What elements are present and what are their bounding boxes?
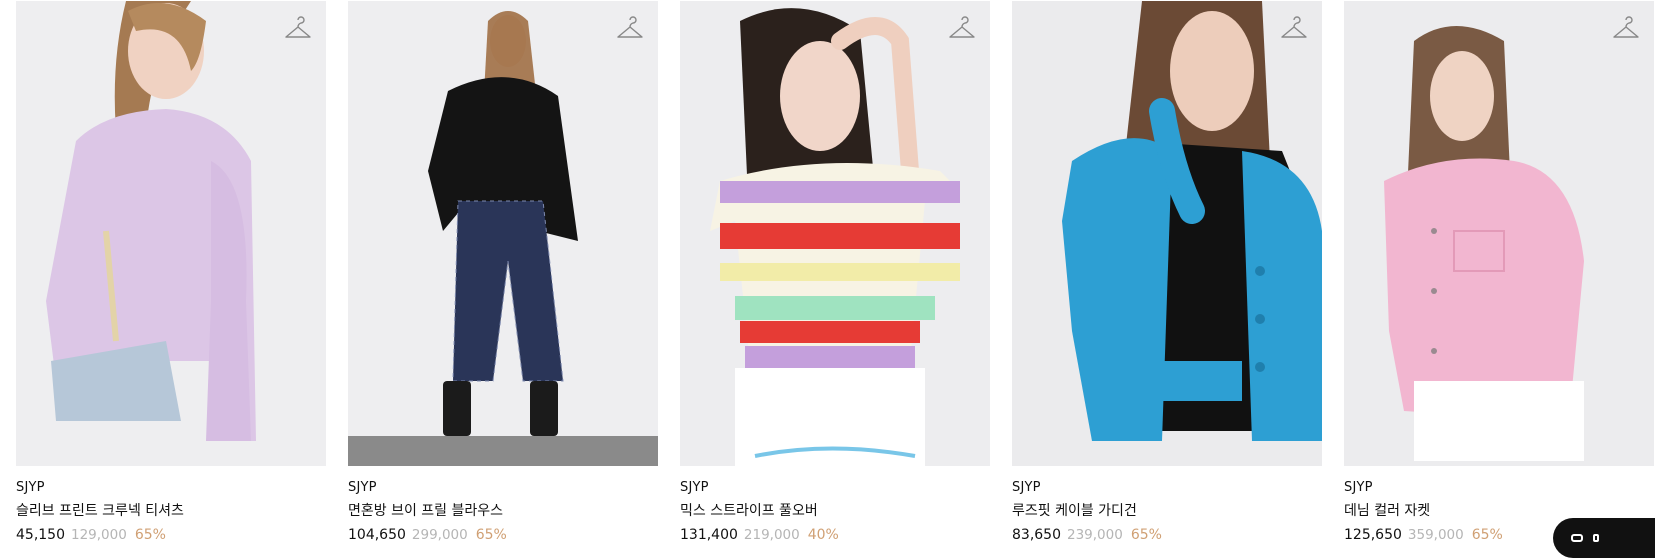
product-grid: SJYP 슬리브 프린트 크루넥 티셔츠 45,150 129,000 65% — [16, 1, 1654, 544]
hanger-icon[interactable] — [616, 16, 644, 42]
chat-icon — [1593, 534, 1599, 542]
original-price: 239,000 — [1067, 527, 1123, 543]
product-brand[interactable]: SJYP — [680, 480, 990, 496]
product-image[interactable] — [348, 1, 658, 466]
hanger-icon[interactable] — [948, 16, 976, 42]
product-brand[interactable]: SJYP — [16, 480, 326, 496]
discount-rate: 65% — [475, 527, 507, 543]
hanger-icon[interactable] — [1612, 16, 1640, 42]
product-image[interactable] — [16, 1, 326, 466]
sale-price: 131,400 — [680, 527, 738, 543]
sale-price: 104,650 — [348, 527, 406, 543]
product-name[interactable]: 슬리브 프린트 크루넥 티셔츠 — [16, 502, 326, 520]
product-card[interactable]: SJYP 면혼방 브이 프릴 블라우스 104,650 299,000 65% — [348, 1, 658, 544]
product-image[interactable] — [1012, 1, 1322, 466]
price-row: 131,400 219,000 40% — [680, 526, 990, 544]
product-name[interactable]: 루즈핏 케이블 가디건 — [1012, 502, 1322, 520]
chat-icon — [1571, 534, 1583, 542]
sale-price: 45,150 — [16, 527, 65, 543]
discount-rate: 65% — [1471, 527, 1503, 543]
hanger-icon[interactable] — [1280, 16, 1308, 42]
discount-rate: 65% — [134, 527, 166, 543]
price-row: 104,650 299,000 65% — [348, 526, 658, 544]
sale-price: 125,650 — [1344, 527, 1402, 543]
discount-rate: 65% — [1130, 527, 1162, 543]
product-image[interactable] — [1344, 1, 1654, 466]
sale-price: 83,650 — [1012, 527, 1061, 543]
product-card[interactable]: SJYP 슬리브 프린트 크루넥 티셔츠 45,150 129,000 65% — [16, 1, 326, 544]
product-card[interactable]: SJYP 믹스 스트라이프 풀오버 131,400 219,000 40% — [680, 1, 990, 544]
original-price: 219,000 — [743, 527, 800, 543]
product-brand[interactable]: SJYP — [1344, 480, 1654, 496]
chat-button[interactable] — [1553, 518, 1655, 558]
product-brand[interactable]: SJYP — [348, 480, 658, 496]
product-card[interactable]: SJYP 데님 컬러 자켓 125,650 359,000 65% — [1344, 1, 1654, 544]
original-price: 299,000 — [411, 527, 468, 543]
original-price: 359,000 — [1407, 527, 1464, 543]
price-row: 83,650 239,000 65% — [1012, 526, 1322, 544]
product-brand[interactable]: SJYP — [1012, 480, 1322, 496]
product-name[interactable]: 면혼방 브이 프릴 블라우스 — [348, 502, 658, 520]
product-image[interactable] — [680, 1, 990, 466]
product-card[interactable]: SJYP 루즈핏 케이블 가디건 83,650 239,000 65% — [1012, 1, 1322, 544]
discount-rate: 40% — [807, 527, 839, 543]
hanger-icon[interactable] — [284, 16, 312, 42]
price-row: 45,150 129,000 65% — [16, 526, 326, 544]
product-name[interactable]: 믹스 스트라이프 풀오버 — [680, 502, 990, 520]
original-price: 129,000 — [71, 527, 127, 543]
